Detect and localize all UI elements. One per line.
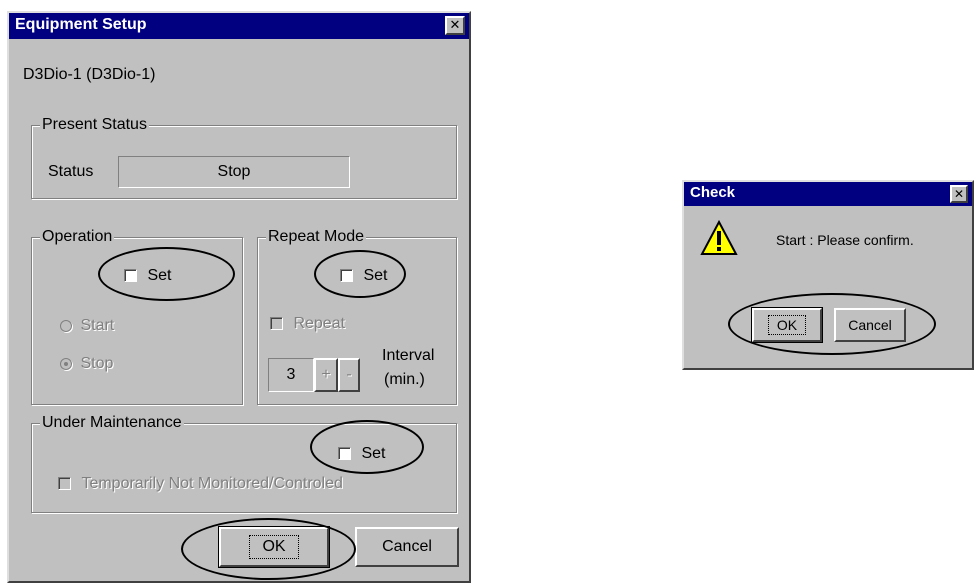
- equipment-setup-title-bar[interactable]: Equipment Setup ✕: [9, 13, 469, 39]
- close-icon: ✕: [449, 18, 461, 33]
- start-radio[interactable]: Start: [60, 316, 114, 336]
- ok-label: OK: [767, 315, 807, 335]
- checkbox-label: Set: [147, 267, 172, 284]
- interval-value-field[interactable]: 3: [268, 358, 314, 392]
- maintenance-set-checkbox[interactable]: Set: [338, 444, 385, 464]
- present-status-group: Present Status Status Stop: [31, 115, 457, 199]
- status-label: Status: [48, 163, 94, 180]
- check-ok-button[interactable]: OK: [751, 307, 823, 343]
- check-message: Start : Please confirm.: [776, 232, 914, 248]
- warning-icon: [700, 220, 738, 255]
- ok-button[interactable]: OK: [218, 526, 330, 568]
- close-icon: ✕: [953, 187, 965, 201]
- repeat-checkbox[interactable]: Repeat: [270, 314, 345, 334]
- checkbox-box[interactable]: [58, 477, 71, 491]
- under-maintenance-group: Under Maintenance Set Temporarily Not Mo…: [31, 413, 457, 513]
- checkbox-label: Set: [361, 445, 386, 462]
- radio-label: Start: [80, 317, 115, 334]
- checkbox-label: Temporarily Not Monitored/Controled: [81, 475, 343, 492]
- cancel-label: Cancel: [848, 317, 892, 333]
- plus-label: +: [321, 366, 331, 383]
- repeat-mode-legend: Repeat Mode: [266, 227, 367, 247]
- radio-button[interactable]: [60, 319, 72, 332]
- ok-label: OK: [249, 535, 299, 559]
- present-status-legend: Present Status: [40, 115, 149, 135]
- checkbox-box[interactable]: [124, 269, 137, 283]
- not-monitored-checkbox[interactable]: Temporarily Not Monitored/Controled: [58, 474, 343, 494]
- operation-legend: Operation: [40, 227, 115, 247]
- checkbox-label: Set: [363, 267, 388, 284]
- dialog-title: Equipment Setup: [15, 16, 147, 33]
- repeat-mode-set-checkbox[interactable]: Set: [340, 266, 387, 286]
- interval-minus-button[interactable]: -: [338, 358, 360, 392]
- operation-set-checkbox[interactable]: Set: [124, 266, 171, 286]
- check-title-bar[interactable]: Check ✕: [684, 182, 972, 206]
- equipment-setup-dialog: Equipment Setup ✕ D3Dio-1 (D3Dio-1) Pres…: [7, 11, 471, 583]
- checkbox-label: Repeat: [293, 315, 346, 332]
- check-dialog: Check ✕ Start : Please confirm. OK Cance…: [682, 180, 974, 370]
- cancel-button[interactable]: Cancel: [355, 527, 459, 567]
- repeat-mode-group: Repeat Mode Set Repeat 3 + - Interval (m…: [257, 227, 457, 405]
- radio-button[interactable]: [60, 357, 72, 370]
- check-dialog-title: Check: [690, 184, 736, 201]
- checkbox-box[interactable]: [338, 447, 351, 461]
- status-value: Stop: [217, 163, 251, 180]
- interval-label: Interval: [382, 347, 435, 364]
- device-name: D3Dio-1 (D3Dio-1): [23, 66, 156, 83]
- radio-label: Stop: [80, 355, 114, 372]
- close-button[interactable]: ✕: [950, 185, 968, 203]
- close-button[interactable]: ✕: [445, 16, 465, 35]
- checkbox-box[interactable]: [340, 269, 353, 283]
- cancel-label: Cancel: [382, 538, 432, 555]
- interval-value: 3: [286, 366, 296, 383]
- stop-radio[interactable]: Stop: [60, 354, 113, 374]
- interval-unit-label: (min.): [384, 371, 425, 388]
- checkbox-box[interactable]: [270, 317, 283, 331]
- operation-group: Operation Set Start Stop: [31, 227, 243, 405]
- check-cancel-button[interactable]: Cancel: [834, 308, 906, 342]
- interval-plus-button[interactable]: +: [314, 358, 338, 392]
- under-maintenance-legend: Under Maintenance: [40, 413, 184, 433]
- status-value-field: Stop: [118, 156, 350, 188]
- minus-label: -: [346, 366, 352, 383]
